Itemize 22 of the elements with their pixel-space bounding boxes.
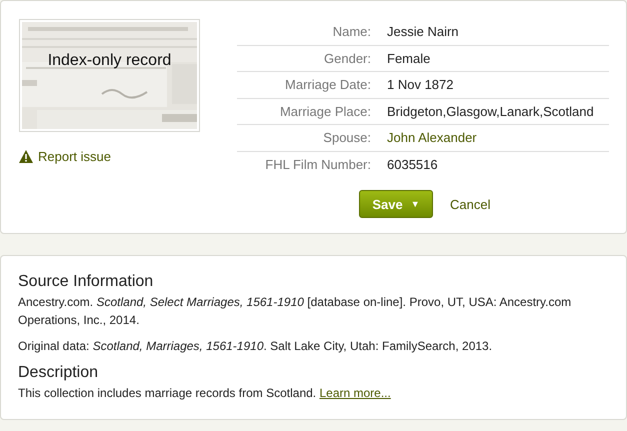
warning-icon xyxy=(19,150,33,163)
field-value: Female xyxy=(387,50,430,66)
field-label: FHL Film Number: xyxy=(264,157,372,172)
description-text: This collection includes marriage records from Scotland. Learn more... xyxy=(18,385,392,402)
field-label: Marriage Date: xyxy=(284,77,372,92)
thumbnail-caption: Index-only record xyxy=(46,51,172,71)
field-label: Name: xyxy=(332,24,372,40)
field-label: Spouse: xyxy=(322,130,372,146)
field-value: 6035516 xyxy=(387,157,438,172)
field-value: Bridgeton,Glasgow,Lanark,Scotland xyxy=(387,104,594,119)
section-heading: Source Information xyxy=(18,272,154,292)
report-issue-link[interactable]: Report issue xyxy=(19,149,200,164)
citation-text: Ancestry.com. Scotland, Select Marriages, 1561-1910 [database on-line]. Provo, UT, USA: Ancestry.com Operations, Inc., 2014. xyxy=(18,294,572,329)
field-link[interactable]: John Alexander xyxy=(387,130,477,146)
learn-more-link[interactable]: Learn more... xyxy=(319,386,391,400)
field-value: Jessie Nairn xyxy=(387,24,459,40)
field-value: 1 Nov 1872 xyxy=(387,77,454,92)
citation-text: Original data: Scotland, Marriages, 1561-1910. Salt Lake City, Utah: FamilySearch, 2013. xyxy=(18,338,494,355)
cancel-link[interactable]: Cancel xyxy=(450,196,490,212)
section-heading: Description xyxy=(18,363,100,383)
field-label: Gender: xyxy=(323,50,372,66)
field-label: Marriage Place: xyxy=(278,104,372,119)
